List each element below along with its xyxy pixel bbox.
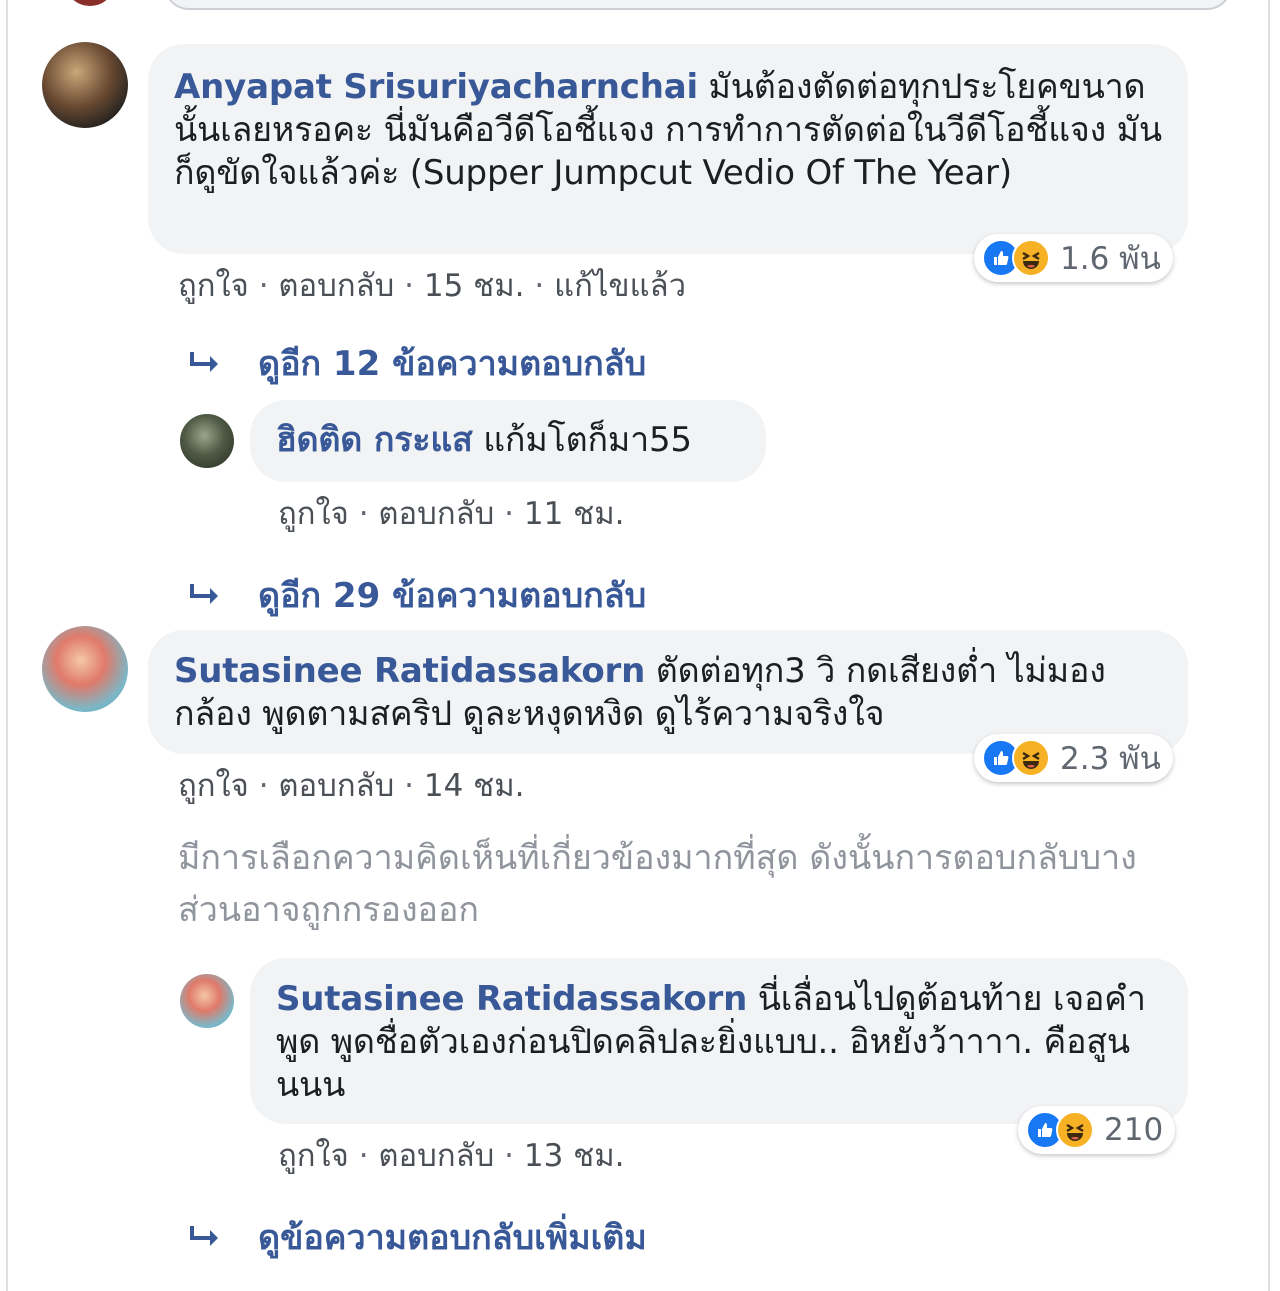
reaction-summary[interactable]: 210 [1018, 1106, 1176, 1154]
comment-actions: ถูกใจ · ตอบกลับ · 15 ชม. · แก้ไขแล้ว [178, 260, 686, 310]
separator: · [358, 496, 369, 532]
previous-comment-bubble [164, 0, 1232, 10]
reply-bubble: ฮิดติด กระแส แก้มโตก็มา55 [250, 400, 766, 482]
view-more-replies-button[interactable]: ดูอีก 12 ข้อความตอบกลับ [186, 336, 646, 390]
haha-icon [1056, 1111, 1094, 1149]
comment-bubble: Anyapat Srisuriyacharnchai มันต้องตัดต่อ… [148, 44, 1188, 254]
separator: · [258, 768, 269, 804]
timestamp[interactable]: 14 ชม. [424, 768, 525, 804]
reaction-count: 1.6 พัน [1060, 241, 1161, 277]
reply-link[interactable]: ตอบกลับ [378, 1138, 494, 1174]
comment-actions: ถูกใจ · ตอบกลับ · 11 ชม. [278, 488, 625, 538]
like-link[interactable]: ถูกใจ [178, 768, 249, 804]
comment-actions: ถูกใจ · ตอบกลับ · 13 ชม. [278, 1130, 625, 1180]
avatar[interactable] [68, 0, 112, 6]
timestamp[interactable]: 15 ชม. [424, 268, 525, 304]
timestamp[interactable]: 13 ชม. [524, 1138, 625, 1174]
commenter-name[interactable]: ฮิดติด กระแส [276, 420, 473, 460]
reaction-summary[interactable]: 1.6 พัน [974, 234, 1173, 282]
reply-link[interactable]: ตอบกลับ [278, 268, 394, 304]
avatar[interactable] [42, 626, 128, 712]
separator: · [404, 768, 415, 804]
view-more-replies-button[interactable]: ดูอีก 29 ข้อความตอบกลับ [186, 568, 646, 622]
reply-bubble: Sutasinee Ratidassakorn นี่เลื่อนไปดูต้อ… [250, 958, 1188, 1124]
reply-arrow-icon [190, 352, 218, 372]
comment-text: แก้มโตก็มา55 [483, 420, 692, 460]
haha-icon [1012, 239, 1050, 277]
like-link[interactable]: ถูกใจ [178, 268, 249, 304]
like-link[interactable]: ถูกใจ [278, 496, 349, 532]
reply-arrow-icon [190, 584, 218, 604]
reaction-count: 210 [1104, 1112, 1164, 1148]
commenter-name[interactable]: Anyapat Srisuriyacharnchai [174, 67, 698, 107]
reaction-summary[interactable]: 2.3 พัน [974, 734, 1173, 782]
filtered-replies-note: มีการเลือกความคิดเห็นที่เกี่ยวข้องมากที่… [178, 838, 1137, 930]
comment-actions: ถูกใจ · ตอบกลับ · 14 ชม. [178, 760, 525, 810]
comments-panel: Anyapat Srisuriyacharnchai มันต้องตัดต่อ… [6, 0, 1270, 1291]
avatar[interactable] [180, 974, 234, 1028]
timestamp[interactable]: 11 ชม. [524, 496, 625, 532]
edited-label[interactable]: แก้ไขแล้ว [554, 268, 686, 304]
separator: · [504, 1138, 515, 1174]
haha-icon [1012, 739, 1050, 777]
view-more-replies-button[interactable]: ดูข้อความตอบกลับเพิ่มเติม [186, 1210, 647, 1264]
reply-link[interactable]: ตอบกลับ [278, 768, 394, 804]
separator: · [504, 496, 515, 532]
separator: · [358, 1138, 369, 1174]
separator: · [404, 268, 415, 304]
view-more-replies-label: ดูอีก 12 ข้อความตอบกลับ [258, 344, 647, 384]
separator: · [534, 268, 545, 304]
reply-link[interactable]: ตอบกลับ [378, 496, 494, 532]
avatar[interactable] [42, 42, 128, 128]
view-more-replies-label: ดูอีก 29 ข้อความตอบกลับ [258, 576, 647, 616]
avatar[interactable] [180, 414, 234, 468]
commenter-name[interactable]: Sutasinee Ratidassakorn [174, 651, 645, 691]
like-link[interactable]: ถูกใจ [278, 1138, 349, 1174]
reply-arrow-icon [190, 1226, 218, 1246]
commenter-name[interactable]: Sutasinee Ratidassakorn [276, 979, 747, 1019]
separator: · [258, 268, 269, 304]
reaction-count: 2.3 พัน [1060, 741, 1161, 777]
view-more-replies-label: ดูข้อความตอบกลับเพิ่มเติม [258, 1218, 647, 1258]
